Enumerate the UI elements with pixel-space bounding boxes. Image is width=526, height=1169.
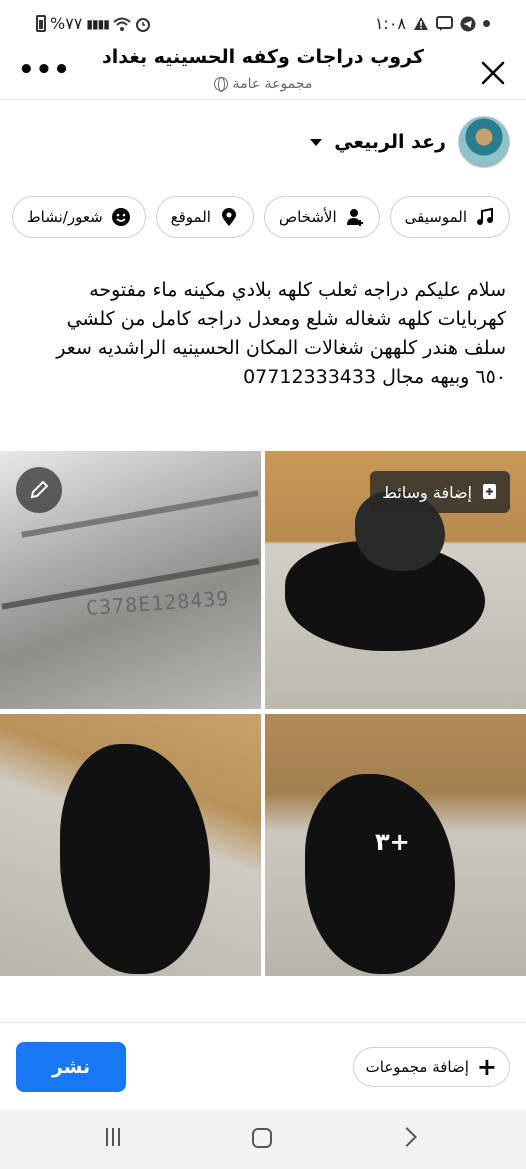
post-button[interactable]: نشر <box>16 1042 126 1092</box>
more-options-button[interactable]: ••• <box>18 57 71 83</box>
chip-people[interactable]: الأشخاص <box>263 196 380 238</box>
recent-apps-icon-bar <box>118 1128 120 1146</box>
author-name: رعد الربيعي <box>334 131 446 153</box>
more-photos-count: +٣ <box>375 828 410 856</box>
alarm-icon <box>135 17 150 32</box>
group-privacy-label: مجموعة عامة <box>232 76 313 92</box>
chip-label: الموسيقى <box>404 208 467 226</box>
message-icon <box>436 15 453 31</box>
close-button[interactable] <box>478 58 508 88</box>
status-left: %٧٧ ▮▮▮▮ <box>36 14 151 33</box>
avatar <box>458 116 510 168</box>
add-groups-button[interactable]: + إضافة مجموعات <box>352 1047 510 1087</box>
music-icon <box>475 207 495 227</box>
photo-scooter-side[interactable]: إضافة وسائط <box>265 451 526 709</box>
photo-serial-closeup[interactable]: C378E128439 <box>0 451 261 709</box>
signal-icon: ▮▮▮▮ <box>86 16 109 31</box>
wifi-icon <box>113 17 131 31</box>
people-icon <box>345 207 365 227</box>
warning-icon <box>414 17 428 30</box>
post-text-input[interactable]: سلام عليكم دراجه ثعلب كلهه بلادي مكينه م… <box>36 276 506 392</box>
photo-grid: C378E128439 إضافة وسائط +٣ <box>0 451 526 976</box>
photo-scooter-front[interactable] <box>0 714 261 976</box>
pencil-icon <box>30 480 49 499</box>
chip-label: شعور/نشاط <box>26 208 103 226</box>
plus-icon: + <box>476 1053 497 1081</box>
globe-icon <box>213 77 228 92</box>
status-time: ١:٠٨ <box>374 14 406 33</box>
chip-location[interactable]: الموقع <box>155 196 254 238</box>
edit-photo-button[interactable] <box>16 467 62 513</box>
photo-scooter-angle[interactable]: +٣ <box>265 714 526 976</box>
notification-dot <box>483 20 490 27</box>
more-icon: ••• <box>18 55 71 85</box>
system-nav-bar <box>0 1110 526 1169</box>
add-media-label: إضافة وسائط <box>382 482 472 502</box>
bottom-action-bar: نشر + إضافة مجموعات <box>0 1022 526 1110</box>
author-row: رعد الربيعي <box>310 116 510 168</box>
scooter-image <box>305 774 455 974</box>
home-button[interactable] <box>252 1128 272 1148</box>
add-media-button[interactable]: إضافة وسائط <box>370 471 510 513</box>
close-icon <box>481 61 505 85</box>
battery-icon <box>36 15 46 32</box>
recent-apps-icon-bar <box>112 1128 114 1146</box>
chip-feeling[interactable]: شعور/نشاط <box>11 196 146 238</box>
add-groups-label: إضافة مجموعات <box>365 1058 469 1076</box>
recent-apps-button[interactable] <box>106 1128 126 1148</box>
group-title: كروب دراجات وكفه الحسينيه بغداد <box>102 46 424 68</box>
telegram-icon <box>460 16 476 31</box>
chip-label: الموقع <box>170 208 211 226</box>
emoji-icon <box>111 207 131 227</box>
recent-apps-icon <box>106 1128 108 1146</box>
audience-dropdown-icon[interactable] <box>310 138 323 146</box>
post-options: الموسيقى الأشخاص الموقع شعور/نشاط <box>11 196 510 238</box>
scooter-image <box>60 744 210 974</box>
back-button[interactable] <box>397 1127 417 1147</box>
composer-header: ••• كروب دراجات وكفه الحسينيه بغداد مجمو… <box>0 40 526 100</box>
group-privacy: مجموعة عامة <box>70 76 456 92</box>
battery-level: %٧٧ <box>50 14 83 33</box>
location-icon <box>219 207 239 227</box>
status-right: ١:٠٨ <box>375 14 490 33</box>
add-media-icon <box>483 484 496 499</box>
chip-label: الأشخاص <box>278 208 337 226</box>
chip-music[interactable]: الموسيقى <box>389 196 510 238</box>
